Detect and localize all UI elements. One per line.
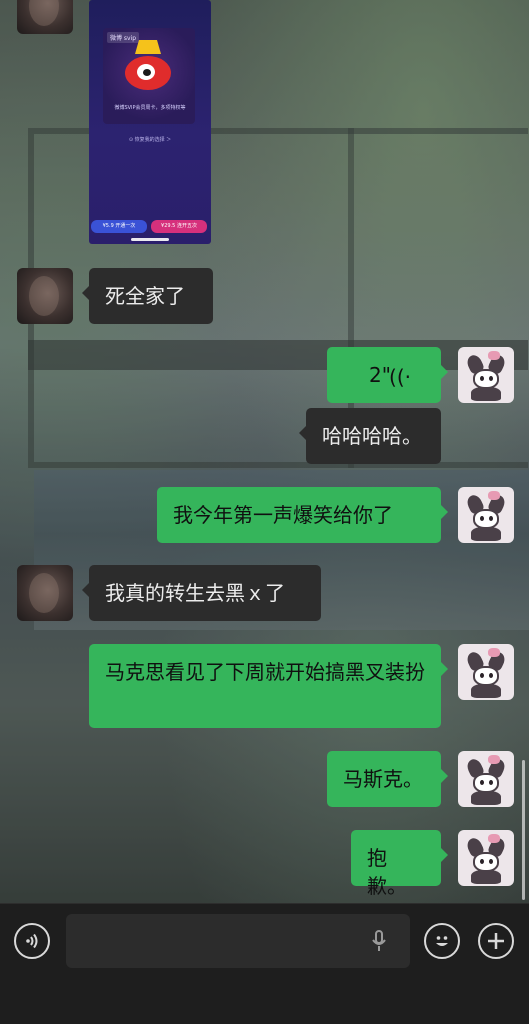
message-bubble-outgoing[interactable]: 马斯克。 xyxy=(327,751,448,807)
message-text: 我真的转生去黑ｘ了 xyxy=(105,581,285,605)
message-text: 死全家了 xyxy=(105,284,185,308)
voice-message-bubble[interactable]: 2" ((· xyxy=(327,347,448,403)
more-button[interactable] xyxy=(478,923,514,959)
message-text: 抱歉。 xyxy=(367,846,407,898)
emoji-button[interactable] xyxy=(424,923,460,959)
weibo-logo-icon xyxy=(125,56,171,90)
other-avatar[interactable] xyxy=(17,565,73,621)
my-avatar[interactable] xyxy=(458,830,514,886)
message-text: 马斯克。 xyxy=(343,767,423,791)
home-indicator xyxy=(131,238,169,241)
message-text: 哈哈哈哈。 xyxy=(322,424,422,448)
microphone-icon[interactable] xyxy=(372,930,386,952)
message-bubble-outgoing[interactable]: 马克思看见了下周就开始搞黑叉装扮 xyxy=(89,644,448,728)
other-avatar[interactable] xyxy=(17,0,73,34)
my-avatar[interactable] xyxy=(458,644,514,700)
plus-icon xyxy=(488,933,504,949)
buy-five-button: ¥29.5 连开五次 xyxy=(151,220,207,233)
voice-wave-icon: ((· xyxy=(389,365,411,389)
message-bubble-incoming[interactable]: 我真的转生去黑ｘ了 xyxy=(82,565,321,621)
image-message[interactable]: 微博 svip 微博SVIP会员周卡，多项特权等 ⊙ 恢复我的选择 ＞ ¥5.9… xyxy=(89,0,211,244)
promo-text: 微博SVIP会员周卡，多项特权等 xyxy=(114,105,186,111)
message-bubble-incoming[interactable]: 哈哈哈哈。 xyxy=(299,408,441,464)
message-text: 马克思看见了下周就开始搞黑叉装扮 xyxy=(105,660,425,684)
other-avatar[interactable] xyxy=(17,268,73,324)
voice-mode-icon xyxy=(26,933,38,949)
crown-icon xyxy=(135,40,161,54)
input-bar xyxy=(0,903,529,1024)
background-dim xyxy=(0,0,529,903)
voice-duration: 2" xyxy=(369,363,391,387)
message-bubble-outgoing[interactable]: 抱歉。 xyxy=(351,830,448,898)
chat-scrollbar[interactable] xyxy=(522,760,525,900)
buy-once-button: ¥5.9 开通一次 xyxy=(91,220,147,233)
emoji-icon xyxy=(436,936,448,946)
my-avatar[interactable] xyxy=(458,347,514,403)
restore-link: ⊙ 恢复我的选择 ＞ xyxy=(128,137,172,143)
message-bubble-outgoing[interactable]: 我今年第一声爆笑给你了 xyxy=(157,487,448,543)
message-input[interactable] xyxy=(66,914,410,968)
my-avatar[interactable] xyxy=(458,487,514,543)
message-bubble-incoming[interactable]: 死全家了 xyxy=(82,268,213,324)
message-text: 我今年第一声爆笑给你了 xyxy=(173,503,393,527)
my-avatar[interactable] xyxy=(458,751,514,807)
voice-mode-button[interactable] xyxy=(14,923,50,959)
